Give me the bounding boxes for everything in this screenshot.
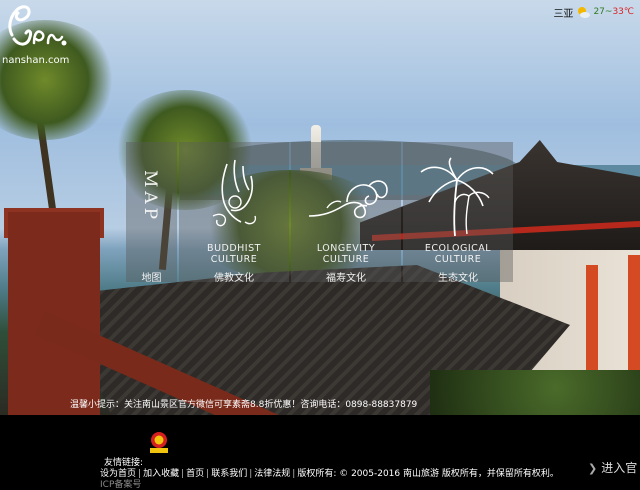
weather-city: 三亚 xyxy=(553,8,574,20)
longevity-label-cn: 福寿文化 xyxy=(326,273,366,284)
link-separator: | xyxy=(292,469,296,479)
auspicious-cloud-icon xyxy=(308,180,388,219)
link-separator: | xyxy=(249,469,253,479)
buddha-hand-icon xyxy=(212,159,257,227)
temple-pillar xyxy=(586,265,598,375)
longevity-label-en-2: CULTURE xyxy=(322,254,370,265)
site-logo[interactable]: nanshan.com xyxy=(2,3,82,66)
footer-partial-line: ICP备案号 xyxy=(100,480,142,490)
buddhist-label-en-2: CULTURE xyxy=(210,254,258,265)
buddhist-label-en: BUDDHIST CULTURE xyxy=(179,243,289,265)
notice-text: 温馨小提示：关注南山景区官方微信可享素斋8.8折优惠！咨询电话：0898-888… xyxy=(70,400,418,410)
railing-post xyxy=(8,212,100,415)
police-badge-icon[interactable] xyxy=(146,431,172,453)
palm-tree-icon xyxy=(420,157,494,237)
map-label-en: MAP xyxy=(140,170,160,224)
enter-label: 进入官 xyxy=(601,461,638,475)
map-label-cn: 地图 xyxy=(141,273,162,284)
nav-map-panel[interactable]: MAP 地图 xyxy=(126,142,177,284)
nanshan-logo-mark xyxy=(8,5,67,46)
link-separator: | xyxy=(181,469,185,479)
shrubbery xyxy=(430,370,640,415)
link-separator: | xyxy=(206,469,210,479)
nav-buddhist-culture-panel[interactable]: BUDDHIST CULTURE 佛教文化 xyxy=(179,142,289,284)
ecological-label-cn: 生态文化 xyxy=(438,273,478,284)
logo-url-text: nanshan.com xyxy=(2,55,70,66)
footer-links-row: 设为首页 | 加入收藏 | 首页 | 联系我们 | 法律法规 | 版权所有: © 2005-2016… xyxy=(100,466,559,479)
contact-link[interactable]: 联系我们 xyxy=(211,469,247,479)
weather-widget: 三亚 27~33℃ xyxy=(553,4,634,20)
temple-pillar xyxy=(628,255,640,375)
legal-link[interactable]: 法律法规 xyxy=(254,469,290,479)
buddhist-label-en-1: BUDDHIST xyxy=(207,243,261,254)
ecological-label-en-2: CULTURE xyxy=(434,254,482,265)
weather-low: 27 xyxy=(593,7,605,17)
ecological-label-en: ECOLOGICAL CULTURE xyxy=(403,243,513,265)
nav-ecological-culture-panel[interactable]: ECOLOGICAL CULTURE 生态文化 xyxy=(403,142,513,284)
ecological-label-en-1: ECOLOGICAL xyxy=(424,243,492,254)
copyright-text: 版权所有: © 2005-2016 南山旅游 版权所有，并保留所有权利。 xyxy=(297,469,559,479)
buddhist-label-cn: 佛教文化 xyxy=(214,273,254,284)
nav-longevity-culture-panel[interactable]: LONGEVITY CULTURE 福寿文化 xyxy=(291,142,401,284)
weather-high: 33℃ xyxy=(612,7,634,17)
add-favorite-link[interactable]: 加入收藏 xyxy=(143,469,179,479)
longevity-label-en: LONGEVITY CULTURE xyxy=(291,243,401,265)
chevron-right-icon: ❯ xyxy=(588,462,598,475)
footer: 友情链接: 设为首页 | 加入收藏 | 首页 | 联系我们 | 法律法规 | 版权所有: © 200… xyxy=(0,415,640,490)
home-link[interactable]: 首页 xyxy=(186,469,204,479)
weather-temperature: 27~33℃ xyxy=(593,7,634,17)
longevity-label-en-1: LONGEVITY xyxy=(316,243,376,254)
enter-official-site-button[interactable]: ❯ 进入官 xyxy=(588,459,637,476)
sun-cloud-icon xyxy=(578,7,591,18)
